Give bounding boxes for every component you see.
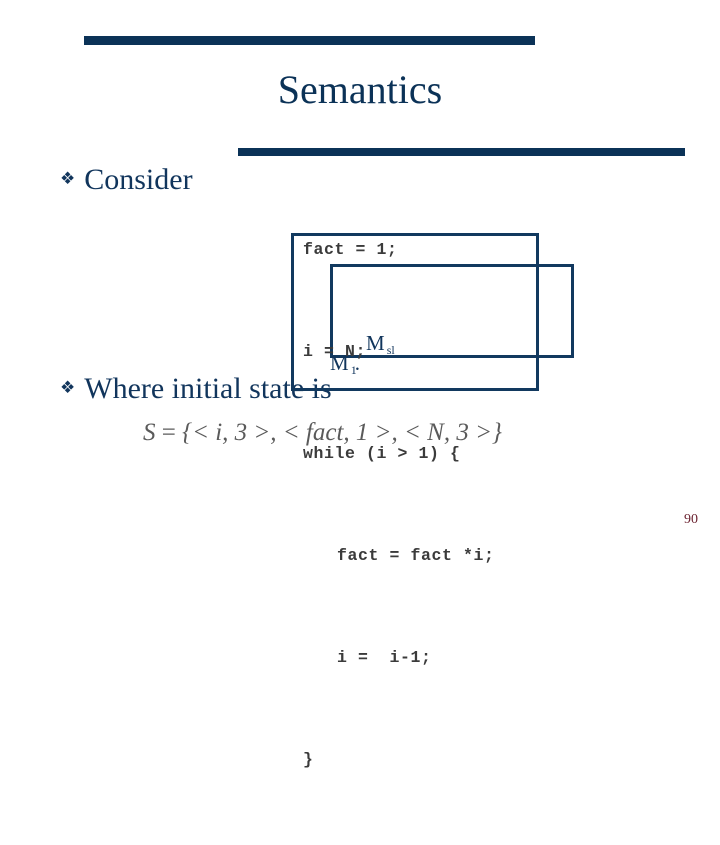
code-line: fact = fact *i; (337, 546, 495, 565)
title-rule-top (84, 36, 535, 45)
annotation-label-m-sl-subscript: sl (386, 343, 395, 357)
annotation-label-m-1: M 1. (330, 352, 360, 377)
annotation-label-m-1-subscript: 1 (350, 363, 357, 377)
annotation-label-m-sl-base: M (366, 331, 385, 355)
page-title: Semantics (277, 67, 443, 112)
annotation-label-m-sl: Msl (366, 331, 395, 357)
diamond-bullet-icon: ❖ (60, 168, 76, 188)
bullet-item-consider: ❖ Consider (60, 163, 193, 197)
bullet-item-consider-label: Consider (84, 163, 193, 196)
page-number: 90 (684, 512, 698, 527)
code-snippet: fact = 1; i = N; while (i > 1) { fact = … (303, 165, 495, 845)
slide-canvas: Semantics ❖ Consider fact = 1; i = N; wh… (0, 0, 720, 769)
code-line: i = i-1; (337, 648, 432, 667)
state-formula-equals: = (155, 419, 183, 446)
diamond-bullet-icon: ❖ (60, 377, 76, 397)
annotation-label-m-1-base: M (330, 351, 349, 375)
title-rule-bottom (238, 148, 685, 156)
state-formula-lhs: S (143, 419, 156, 446)
code-line: } (303, 750, 314, 769)
code-line: while (i > 1) { (303, 444, 461, 463)
code-line: fact = 1; (303, 240, 398, 259)
